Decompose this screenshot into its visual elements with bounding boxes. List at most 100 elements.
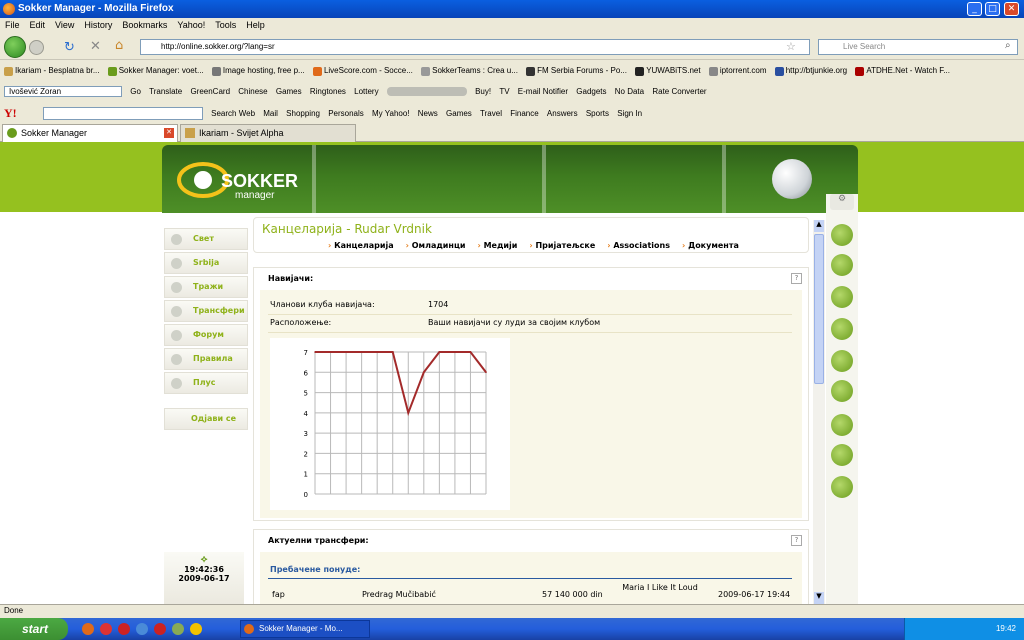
star-icon[interactable]: ☆ [786,40,796,53]
travel-button[interactable]: Travel [480,109,502,118]
page-scrollbar[interactable]: ▲ ▼ [813,220,825,604]
transfer-buyer[interactable]: fap [272,590,285,599]
tv-button[interactable]: TV [499,87,509,96]
bookmark-item[interactable]: Ikariam - Besplatna br... [4,66,99,76]
stadium-icon[interactable] [831,444,853,466]
sports-button[interactable]: Sports [586,109,609,118]
personals-button[interactable]: Personals [328,109,364,118]
subnav-friendlies[interactable]: Пријатељске [529,241,595,250]
bookmark-item[interactable]: iptorrent.com [708,66,767,76]
profile-select[interactable]: Ivošević Zoran [4,86,122,97]
translate-button[interactable]: Translate [149,87,182,96]
finance-button[interactable]: Finance [510,109,538,118]
sidebar-item-plus[interactable]: Плус [164,372,248,394]
search-web-button[interactable]: Search Web [211,109,255,118]
sidebar-item-serbia[interactable]: Srbija [164,252,248,274]
subnav-media[interactable]: Медији [477,241,517,250]
bookmark-item[interactable]: LiveScore.com - Socce... [312,66,413,76]
bookmark-item[interactable]: FM Serbia Forums - Po... [526,66,627,76]
taskbar-window-button[interactable]: Sokker Manager - Mo... [240,620,370,638]
start-button[interactable]: start [0,618,68,640]
games-button[interactable]: Games [276,87,302,96]
quick-launch-icons[interactable] [82,622,212,636]
sidebar-item-rules[interactable]: Правила [164,348,248,370]
reload-icon[interactable]: ↻ [64,40,75,55]
tab-sokker-manager[interactable]: Sokker Manager ✕ [2,124,178,142]
bookmark-item[interactable]: Image hosting, free p... [211,66,305,76]
menu-file[interactable]: File [0,18,25,32]
sokker-manager-logo[interactable]: SOKKER manager [177,157,307,203]
close-button[interactable]: ✕ [1004,2,1019,16]
back-arrow-icon[interactable] [4,36,26,58]
arrow-icon[interactable] [831,414,853,436]
settings-icon[interactable]: ⚙ [830,194,854,210]
player-icon[interactable] [831,286,853,308]
scrollbar-thumb[interactable] [814,234,824,384]
yahoo-search-input[interactable] [42,107,203,120]
bookmark-item[interactable]: Sokker Manager: voet... [107,66,204,76]
subnav-office[interactable]: Канцеларија [328,241,394,250]
greencard-button[interactable]: GreenCard [190,87,230,96]
yahoo-logo-icon[interactable]: Y! [4,106,17,121]
transfer-player[interactable]: Predrag Mučibabić [362,590,436,599]
bookmark-item[interactable]: SokkerTeams : Crea u... [421,66,518,76]
training-icon[interactable] [831,350,853,372]
dollar-icon[interactable] [831,380,853,402]
shield-icon[interactable] [831,254,853,276]
lottery-button[interactable]: Lottery [354,87,378,96]
buy-button[interactable]: Buy! [475,87,491,96]
news-button[interactable]: News [418,109,438,118]
rate-converter-button[interactable]: Rate Converter [652,87,706,96]
chinese-button[interactable]: Chinese [238,87,267,96]
shopping-button[interactable]: Shopping [286,109,320,118]
sidebar-item-forum[interactable]: Форум [164,324,248,346]
help-icon[interactable]: ? [791,535,802,546]
help-icon[interactable]: ? [791,273,802,284]
tab-ikariam[interactable]: Ikariam - Svijet Alpha [180,124,356,142]
games-button[interactable]: Games [446,109,472,118]
sign-in-button[interactable]: Sign In [617,109,642,118]
menu-view[interactable]: View [50,18,79,32]
scroll-up-icon[interactable]: ▲ [814,220,824,232]
clock-time: 19:42:36 [184,565,224,574]
menu-yahoo[interactable]: Yahoo! [172,18,210,32]
menu-edit[interactable]: Edit [25,18,51,32]
no-data-button[interactable]: No Data [615,87,644,96]
email-notifier-button[interactable]: E-mail Notifier [518,87,568,96]
menu-help[interactable]: Help [241,18,270,32]
subnav-documents[interactable]: Документа [682,241,739,250]
menu-bookmarks[interactable]: Bookmarks [117,18,172,32]
mail-icon[interactable] [831,476,853,498]
close-tab-icon[interactable]: ✕ [164,128,174,138]
forward-arrow-icon[interactable] [29,40,44,55]
go-button[interactable]: Go [130,87,141,96]
media-player-slider[interactable] [386,87,467,96]
question-icon[interactable] [831,224,853,246]
my-yahoo-button[interactable]: My Yahoo! [372,109,410,118]
bookmark-item[interactable]: http://btjunkie.org [774,66,847,76]
subnav-associations[interactable]: Associations [607,241,670,250]
ringtones-button[interactable]: Ringtones [310,87,346,96]
minimize-button[interactable]: _ [967,2,982,16]
bookmark-item[interactable]: YUWABiTS.net [635,66,701,76]
search-input[interactable]: Live Search [818,39,1018,55]
tactics-icon[interactable] [831,318,853,340]
mail-button[interactable]: Mail [263,109,278,118]
search-icon[interactable]: ⌕ [1005,40,1011,51]
answers-button[interactable]: Answers [547,109,578,118]
scroll-down-icon[interactable]: ▼ [814,592,824,604]
menu-history[interactable]: History [79,18,117,32]
stop-icon[interactable]: ✕ [90,39,101,54]
home-icon[interactable]: ⌂ [115,38,123,53]
subnav-youth[interactable]: Омладинци [406,241,466,250]
gadgets-button[interactable]: Gadgets [576,87,606,96]
url-input[interactable]: http://online.sokker.org/?lang=sr [140,39,810,55]
sidebar-item-transfers[interactable]: Трансфери [164,300,248,322]
sidebar-item-search[interactable]: Тражи [164,276,248,298]
maximize-button[interactable]: □ [985,2,1000,16]
transfer-club[interactable]: Maria I Like It Loud [620,582,700,593]
menu-tools[interactable]: Tools [210,18,241,32]
bookmark-item[interactable]: ATDHE.Net - Watch F... [855,66,950,76]
sidebar-item-world[interactable]: Свет [164,228,248,250]
logout-button[interactable]: Одјави се [164,408,248,430]
